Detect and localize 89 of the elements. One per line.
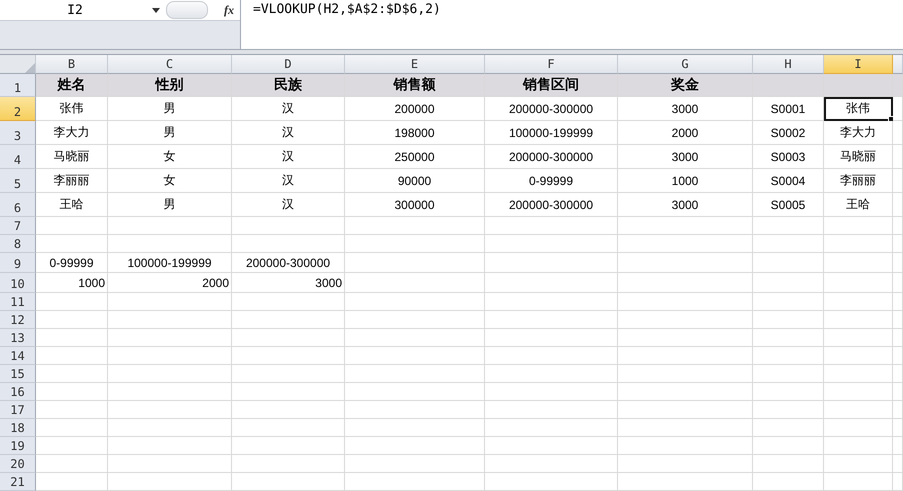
table-cell[interactable]: 90000 — [345, 169, 485, 193]
row-header[interactable]: 1 — [0, 74, 36, 97]
table-cell[interactable]: 男 — [108, 193, 232, 217]
table-cell[interactable]: 100000-199999 — [485, 121, 618, 145]
row-header[interactable]: 5 — [0, 169, 36, 193]
table-cell[interactable]: 300000 — [345, 193, 485, 217]
name-box[interactable]: I2 — [0, 0, 150, 20]
column-title[interactable]: 姓名 — [36, 74, 108, 97]
table-cell[interactable]: 李丽丽 — [36, 169, 108, 193]
table-cell[interactable]: 汉 — [232, 121, 345, 145]
select-all-button[interactable] — [0, 55, 36, 74]
row-header[interactable]: 20 — [0, 455, 36, 473]
table-cell[interactable]: 汉 — [232, 169, 345, 193]
table-cell[interactable]: 1000 — [36, 273, 108, 293]
column-header[interactable]: H — [753, 55, 824, 74]
table-cell[interactable]: 马晓丽 — [824, 145, 893, 169]
column-title[interactable]: 销售额 — [345, 74, 485, 97]
table-cell[interactable]: S0001 — [753, 97, 824, 121]
table-cell[interactable]: 200000-300000 — [485, 145, 618, 169]
table-cell[interactable]: 200000-300000 — [485, 97, 618, 121]
table-cell[interactable]: S0002 — [753, 121, 824, 145]
row-header[interactable]: 6 — [0, 193, 36, 217]
column-header[interactable]: D — [232, 55, 345, 74]
table-cell[interactable]: 3000 — [618, 97, 753, 121]
column-header[interactable]: C — [108, 55, 232, 74]
table-cell[interactable]: 女 — [108, 169, 232, 193]
table-cell[interactable]: 200000-300000 — [232, 253, 345, 273]
row-header[interactable]: 19 — [0, 437, 36, 455]
table-cell[interactable]: 女 — [108, 145, 232, 169]
row-header[interactable]: 3 — [0, 121, 36, 145]
row-header[interactable]: 21 — [0, 473, 36, 491]
table-cell[interactable]: 250000 — [345, 145, 485, 169]
table-cell[interactable]: 1000 — [618, 169, 753, 193]
table-cell[interactable]: 王哈 — [824, 193, 893, 217]
table-cell[interactable]: 0-99999 — [36, 253, 108, 273]
table-cell[interactable]: 3000 — [618, 145, 753, 169]
column-title[interactable]: 民族 — [232, 74, 345, 97]
table-cell[interactable]: 100000-199999 — [108, 253, 232, 273]
table-cell[interactable]: 0-99999 — [485, 169, 618, 193]
table-cell[interactable]: 男 — [108, 121, 232, 145]
table-cell[interactable]: S0004 — [753, 169, 824, 193]
table-cell[interactable]: 汉 — [232, 145, 345, 169]
table-cell[interactable]: 马晓丽 — [36, 145, 108, 169]
table-cell[interactable]: 2000 — [618, 121, 753, 145]
formula-field[interactable]: =VLOOKUP(H2,$A$2:$D$6,2) — [241, 0, 441, 50]
table-cell[interactable]: 汉 — [232, 97, 345, 121]
row-header[interactable]: 12 — [0, 311, 36, 329]
table-cell[interactable]: 男 — [108, 97, 232, 121]
table-cell[interactable]: 198000 — [345, 121, 485, 145]
table-cell[interactable]: 李大力 — [36, 121, 108, 145]
table-cell[interactable]: 3000 — [618, 193, 753, 217]
insert-function-button[interactable]: fx — [224, 2, 234, 18]
row-header[interactable]: 10 — [0, 273, 36, 293]
table-cell[interactable]: 张伟 — [824, 97, 893, 121]
row-header[interactable]: 13 — [0, 329, 36, 347]
row-header[interactable]: 18 — [0, 419, 36, 437]
table-cell[interactable]: S0005 — [753, 193, 824, 217]
table-cell[interactable]: S0003 — [753, 145, 824, 169]
caret-icon[interactable] — [152, 8, 160, 12]
corner-triangle-icon — [25, 63, 35, 73]
row-header[interactable]: 9 — [0, 253, 36, 273]
column-header[interactable]: F — [485, 55, 618, 74]
column-header[interactable]: I — [824, 55, 893, 74]
table-cell[interactable]: 张伟 — [36, 97, 108, 121]
column-title[interactable]: 性别 — [108, 74, 232, 97]
table-cell[interactable]: 3000 — [232, 273, 345, 293]
row-header[interactable]: 17 — [0, 401, 36, 419]
table-cell[interactable]: 汉 — [232, 193, 345, 217]
row-header[interactable]: 14 — [0, 347, 36, 365]
column-header[interactable]: G — [618, 55, 753, 74]
row-header[interactable]: 4 — [0, 145, 36, 169]
resize-handle[interactable] — [166, 1, 208, 19]
row-header[interactable]: 7 — [0, 217, 36, 235]
table-cell[interactable]: 2000 — [108, 273, 232, 293]
column-title[interactable]: 销售区间 — [485, 74, 618, 97]
column-title[interactable]: 奖金 — [618, 74, 753, 97]
table-cell[interactable]: 李大力 — [824, 121, 893, 145]
table-cell[interactable]: 200000 — [345, 97, 485, 121]
row-header[interactable]: 16 — [0, 383, 36, 401]
table-cell[interactable]: 李丽丽 — [824, 169, 893, 193]
table-cell[interactable]: 王哈 — [36, 193, 108, 217]
column-header[interactable]: B — [36, 55, 108, 74]
row-header[interactable]: 11 — [0, 293, 36, 311]
column-header[interactable] — [893, 55, 903, 74]
column-header[interactable]: E — [345, 55, 485, 74]
row-header[interactable]: 8 — [0, 235, 36, 253]
table-cell[interactable]: 200000-300000 — [485, 193, 618, 217]
row-header[interactable]: 2 — [0, 97, 36, 121]
row-header[interactable]: 15 — [0, 365, 36, 383]
